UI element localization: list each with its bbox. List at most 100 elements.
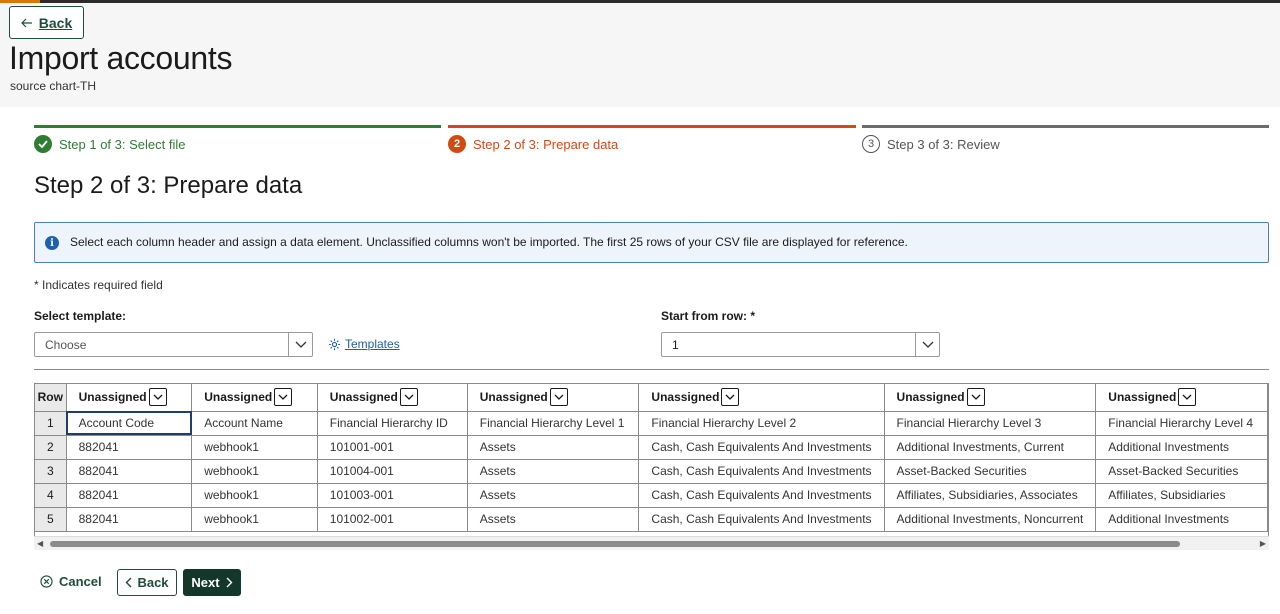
column-header[interactable]: Unassigned	[1095, 384, 1268, 412]
table-cell[interactable]: webhook1	[191, 507, 318, 532]
scroll-right-icon[interactable]: ▶	[1260, 539, 1266, 548]
chevron-down-icon[interactable]	[1178, 388, 1197, 407]
cancel-button[interactable]: Cancel	[40, 574, 102, 589]
page-title: Import accounts	[9, 40, 233, 76]
chevron-down-icon[interactable]	[399, 388, 418, 407]
header-back-label: Back	[38, 14, 73, 31]
table-cell[interactable]: Assets	[467, 507, 640, 532]
chevron-left-icon	[125, 577, 132, 588]
table-cell[interactable]: Financial Hierarchy Level 1	[467, 411, 640, 436]
info-banner-text: Select each column header and assign a d…	[70, 235, 908, 249]
table-cell[interactable]: Financial Hierarchy Level 2	[638, 411, 885, 436]
next-label: Next	[191, 575, 220, 590]
template-label: Select template:	[34, 309, 127, 323]
column-header[interactable]: Unassigned	[884, 384, 1097, 412]
check-icon	[34, 135, 52, 153]
column-header[interactable]: Unassigned	[467, 384, 640, 412]
column-header[interactable]: Unassigned	[66, 384, 193, 412]
step-2-label: Step 2 of 3: Prepare data	[473, 136, 619, 152]
table-cell[interactable]: Additional Investments, Noncurrent	[884, 507, 1097, 532]
table-cell[interactable]: 101003-001	[317, 483, 468, 508]
table-cell[interactable]: webhook1	[191, 483, 318, 508]
column-header-label: Unassigned	[329, 390, 398, 405]
table-cell[interactable]: Cash, Cash Equivalents And Investments	[638, 459, 885, 484]
table-cell[interactable]: webhook1	[191, 435, 318, 460]
chevron-down-icon	[288, 333, 312, 356]
table-cell[interactable]: Cash, Cash Equivalents And Investments	[638, 507, 885, 532]
column-header[interactable]: Unassigned	[638, 384, 885, 412]
table-cell[interactable]: Asset-Backed Securities	[1095, 459, 1268, 484]
header-back-button[interactable]: Back	[9, 6, 84, 39]
step-1[interactable]: Step 1 of 3: Select file	[34, 125, 441, 155]
horizontal-scrollbar[interactable]: ◀ ▶	[34, 536, 1269, 550]
column-header-label: Unassigned	[479, 390, 548, 405]
table-cell[interactable]: 101004-001	[317, 459, 468, 484]
table-cell[interactable]: Account Name	[191, 411, 318, 436]
table-cell[interactable]: Assets	[467, 435, 640, 460]
row-number: 4	[35, 483, 67, 508]
table-cell[interactable]: 101001-001	[317, 435, 468, 460]
scroll-left-icon[interactable]: ◀	[37, 539, 43, 548]
table-cell[interactable]: 882041	[66, 507, 193, 532]
column-header-label: Unassigned	[1108, 390, 1177, 405]
table-cell[interactable]: Additional Investments	[1095, 507, 1268, 532]
table-cell[interactable]: Asset-Backed Securities	[884, 459, 1097, 484]
row-number: 5	[35, 507, 67, 532]
column-header-label: Unassigned	[651, 390, 720, 405]
table-cell[interactable]: Additional Investments	[1095, 435, 1268, 460]
chevron-down-icon[interactable]	[274, 388, 293, 407]
chevron-down-icon[interactable]	[549, 388, 568, 407]
table-cell[interactable]: Financial Hierarchy Level 4	[1095, 411, 1268, 436]
table-cell[interactable]: 882041	[66, 459, 193, 484]
templates-link[interactable]: Templates	[328, 337, 400, 351]
column-header-label: Unassigned	[896, 390, 965, 405]
start-row-select[interactable]: 1	[661, 332, 940, 357]
column-header[interactable]: Unassigned	[191, 384, 318, 412]
row-number-header: Row	[35, 384, 67, 412]
table-cell[interactable]: Additional Investments, Current	[884, 435, 1097, 460]
start-row-label: Start from row: *	[661, 309, 756, 323]
step-3[interactable]: 3 Step 3 of 3: Review	[862, 125, 1269, 155]
table-row: 5 882041 webhook1 101002-001 Assets Cash, Cas…	[35, 507, 1268, 532]
table-cell[interactable]: Cash, Cash Equivalents And Investments	[638, 483, 885, 508]
data-preview-table: Row Unassigned Unassigned Unassigned Una…	[34, 383, 1269, 550]
step-2[interactable]: 2 Step 2 of 3: Prepare data	[448, 125, 856, 155]
table-row: 1 Account Code Account Name Financial Hiera…	[35, 411, 1268, 436]
chevron-down-icon[interactable]	[966, 388, 985, 407]
table-cell[interactable]: 101002-001	[317, 507, 468, 532]
page-subtitle: source chart-TH	[10, 79, 97, 93]
row-number: 3	[35, 459, 67, 484]
required-note: * Indicates required field	[34, 278, 163, 292]
table-row: 3 882041 webhook1 101004-001 Assets Cash, Cas…	[35, 459, 1268, 484]
step-2-bar	[448, 125, 856, 128]
scrollbar-thumb[interactable]	[50, 541, 1180, 547]
template-select[interactable]: Choose	[34, 332, 313, 357]
chevron-down-icon[interactable]	[148, 388, 167, 407]
info-banner: i Select each column header and assign a…	[34, 222, 1269, 263]
column-header-label: Unassigned	[78, 390, 147, 405]
step-3-label: Step 3 of 3: Review	[887, 136, 1000, 152]
step-3-number-icon: 3	[862, 135, 880, 153]
next-button[interactable]: Next	[183, 569, 241, 596]
column-header[interactable]: Unassigned	[317, 384, 468, 412]
arrow-left-icon	[20, 18, 32, 27]
table-cell[interactable]: Financial Hierarchy ID	[317, 411, 468, 436]
step-2-number-icon: 2	[448, 135, 466, 153]
step-1-bar	[34, 125, 441, 128]
table-cell[interactable]: Cash, Cash Equivalents And Investments	[638, 435, 885, 460]
table-cell[interactable]: 882041	[66, 435, 193, 460]
table-cell[interactable]: Financial Hierarchy Level 3	[884, 411, 1097, 436]
back-label: Back	[137, 575, 169, 590]
table-cell[interactable]: webhook1	[191, 459, 318, 484]
table-cell[interactable]: Assets	[467, 483, 640, 508]
table-cell[interactable]: Account Code	[66, 411, 193, 436]
chevron-down-icon[interactable]	[721, 388, 740, 407]
back-button[interactable]: Back	[117, 569, 177, 596]
table-cell[interactable]: Affiliates, Subsidiaries	[1095, 483, 1268, 508]
template-select-value: Choose	[45, 338, 87, 352]
column-header-label: Unassigned	[204, 390, 273, 405]
table-cell[interactable]: Affiliates, Subsidiaries, Associates	[884, 483, 1097, 508]
table-cell[interactable]: Assets	[467, 459, 640, 484]
row-number: 1	[35, 411, 67, 436]
table-cell[interactable]: 882041	[66, 483, 193, 508]
